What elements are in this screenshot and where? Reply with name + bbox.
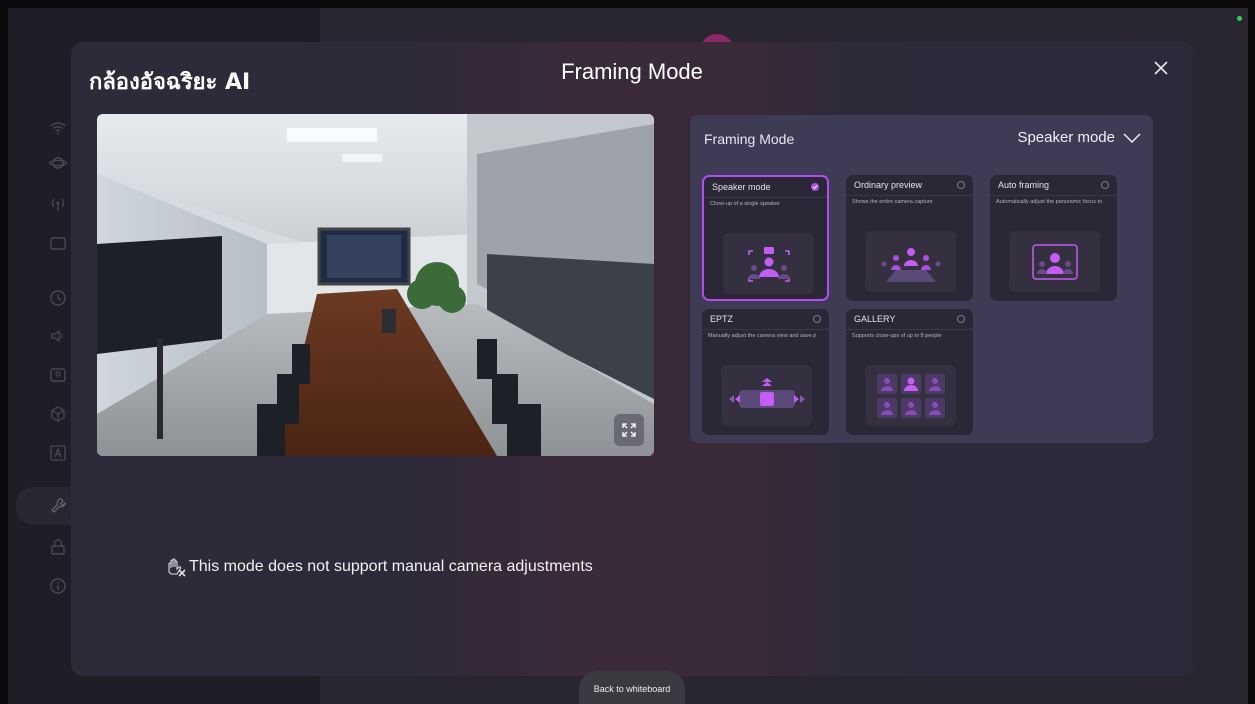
mode-dropdown[interactable]: Speaker mode [1017, 129, 1141, 146]
framing-settings-panel: Framing Mode Speaker mode Speaker mode C… [690, 115, 1153, 443]
radio-icon [957, 181, 965, 189]
chevron-down-icon [1123, 132, 1141, 143]
ordinary-preview-illustration [865, 231, 956, 292]
lock-icon[interactable] [44, 533, 72, 561]
wrench-icon[interactable] [44, 492, 72, 520]
cube-icon[interactable] [44, 400, 72, 428]
mode-card-desc: Close-up of a single speaker [710, 201, 780, 207]
notice-text: This mode does not support manual camera… [189, 558, 593, 575]
info-icon[interactable] [44, 572, 72, 600]
conference-room-image [97, 114, 654, 456]
settings-label: Framing Mode [704, 131, 795, 147]
planet-icon[interactable] [44, 149, 72, 177]
mode-card-ordinary-preview[interactable]: Ordinary preview Shows the entire camera… [846, 175, 973, 301]
dialog-title: Framing Mode [561, 59, 703, 84]
letter-a-icon[interactable] [44, 439, 72, 467]
wifi-icon[interactable] [44, 114, 72, 142]
close-icon [1154, 61, 1168, 75]
eptz-illustration [721, 365, 812, 426]
mode-card-speaker[interactable]: Speaker mode Close-up of a single speake… [702, 175, 829, 301]
mode-card-gallery[interactable]: GALLERY Supports close-ups of up to 8 pe… [846, 309, 973, 435]
status-indicator [1237, 16, 1242, 21]
close-button[interactable] [1149, 56, 1173, 80]
gallery-illustration [865, 365, 956, 426]
mode-card-title: Auto framing [998, 180, 1050, 190]
back-to-whiteboard-button[interactable]: Back to whiteboard [579, 671, 685, 704]
antenna-icon[interactable] [44, 190, 72, 218]
mode-card-desc: Supports close-ups of up to 8 people [852, 333, 942, 339]
mode-card-auto-framing[interactable]: Auto framing Automatically adjust the pa… [990, 175, 1117, 301]
auto-framing-illustration [1009, 231, 1100, 292]
framing-mode-dialog: กล้องอัจฉริยะ AI Framing Mode This mode … [71, 42, 1193, 676]
mode-card-eptz[interactable]: EPTZ Manually adjust the camera view and… [702, 309, 829, 435]
camera-preview [97, 114, 654, 456]
radio-icon [813, 315, 821, 323]
expand-icon [622, 423, 636, 437]
speaker-mode-illustration [723, 233, 814, 294]
mode-card-title: EPTZ [710, 314, 734, 324]
fullscreen-button[interactable] [614, 414, 644, 446]
radio-icon [957, 315, 965, 323]
mode-card-title: Ordinary preview [854, 180, 923, 190]
image-icon[interactable] [44, 361, 72, 389]
mode-card-title: GALLERY [854, 314, 896, 324]
clock-icon[interactable] [44, 284, 72, 312]
radio-icon [1101, 181, 1109, 189]
manual-adjust-notice: This mode does not support manual camera… [163, 557, 593, 577]
mode-card-desc: Shows the entire camera capture [852, 199, 933, 205]
hand-disabled-icon [168, 558, 186, 577]
mode-card-title: Speaker mode [712, 182, 771, 192]
check-icon [811, 183, 819, 191]
mode-card-desc: Manually adjust the camera view and save… [708, 333, 817, 339]
display-icon[interactable] [44, 230, 72, 258]
mode-dropdown-value: Speaker mode [1017, 129, 1115, 146]
mode-card-desc: Automatically adjust the panoramic focus… [996, 199, 1103, 205]
volume-icon[interactable] [44, 322, 72, 350]
